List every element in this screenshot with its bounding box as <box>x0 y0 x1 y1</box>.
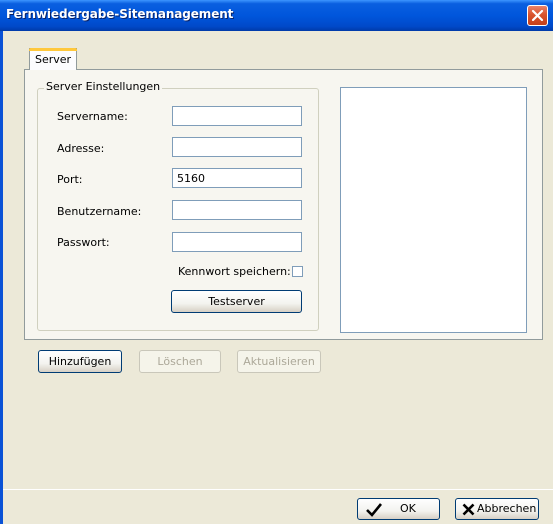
benutzername-input[interactable] <box>172 200 302 220</box>
cancel-button[interactable]: Abbrechen <box>455 498 539 520</box>
save-password-checkbox[interactable] <box>292 266 303 277</box>
title-bar[interactable]: Fernwiedergabe-Sitemanagement <box>0 0 553 31</box>
server-settings-group-label: Server Einstellungen <box>44 80 163 93</box>
ok-label: OK <box>400 502 416 515</box>
passwort-label: Passwort: <box>57 236 110 249</box>
benutzername-label: Benutzername: <box>57 205 142 218</box>
x-icon <box>462 503 475 516</box>
save-password-label: Kennwort speichern: <box>178 265 291 278</box>
dialog-window: Fernwiedergabe-Sitemanagement Server Ser… <box>0 0 553 524</box>
close-button[interactable] <box>527 5 548 26</box>
close-icon <box>531 9 544 22</box>
adresse-input[interactable] <box>172 137 302 157</box>
tab-server[interactable]: Server <box>29 48 78 70</box>
cancel-label: Abbrechen <box>477 502 537 515</box>
delete-button[interactable]: Löschen <box>139 350 221 373</box>
window-title: Fernwiedergabe-Sitemanagement <box>6 7 234 21</box>
window-left-border <box>0 31 3 524</box>
passwort-input[interactable] <box>172 232 302 252</box>
checkmark-icon <box>366 503 383 517</box>
server-list[interactable] <box>340 87 527 333</box>
update-button[interactable]: Aktualisieren <box>237 350 321 373</box>
footer-separator <box>3 489 553 490</box>
testserver-button[interactable]: Testserver <box>171 290 302 313</box>
servername-input[interactable] <box>172 106 302 126</box>
add-button[interactable]: Hinzufügen <box>38 350 122 373</box>
port-label: Port: <box>57 173 83 186</box>
servername-label: Servername: <box>57 110 128 123</box>
adresse-label: Adresse: <box>57 142 105 155</box>
port-input[interactable] <box>172 168 302 188</box>
ok-button[interactable]: OK <box>357 498 440 520</box>
